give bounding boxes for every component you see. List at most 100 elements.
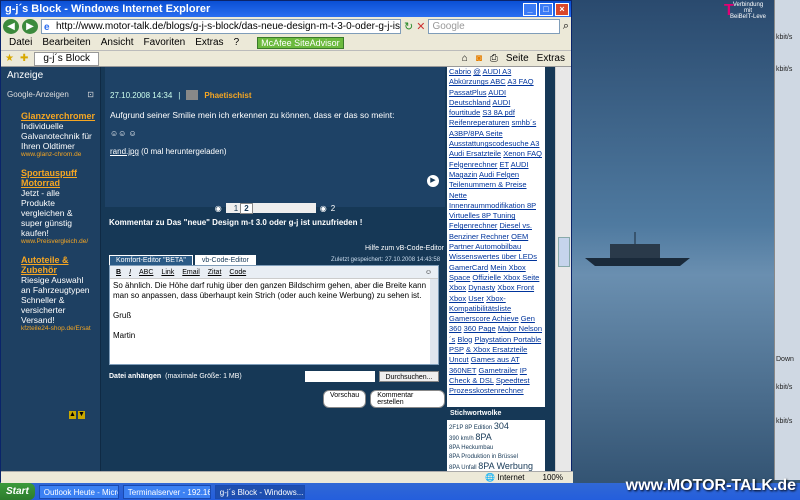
menu-help[interactable]: ? <box>234 37 240 48</box>
tag-item[interactable]: 8PA Produktion in Brüssel <box>449 454 518 460</box>
sidebar-link[interactable]: Xenon FAQ <box>503 149 542 158</box>
forward-icon[interactable]: ▶ <box>22 18 38 34</box>
ad-url[interactable]: kfzteile24-shop.de/Ersat <box>21 325 94 332</box>
page-1[interactable]: 1 <box>234 204 238 213</box>
tab-current[interactable]: g-j´s Block <box>34 51 100 66</box>
ad-title[interactable]: Autoteile & Zubehör <box>21 255 94 275</box>
search-icon[interactable]: ⌕ <box>563 20 569 33</box>
file-input[interactable] <box>305 371 375 382</box>
taskbar-browser[interactable]: g-j´s Block - Windows... <box>214 484 305 499</box>
sidebar-link[interactable]: Benziner Rechner <box>449 232 509 241</box>
ad-title[interactable]: Sportauspuff Motorrad <box>21 168 94 188</box>
add-favorite-icon[interactable]: ✚ <box>20 53 28 64</box>
tag-item[interactable]: 8PA <box>475 432 491 442</box>
sidebar-link[interactable]: PassatPlus <box>449 88 487 97</box>
browse-button[interactable]: Durchsuchen... <box>379 371 439 382</box>
sidebar-link[interactable]: Felgenrechner <box>449 221 497 230</box>
sidebar-link[interactable]: Blog <box>457 335 472 344</box>
page-scrollbar[interactable] <box>555 67 571 471</box>
sidebar-link[interactable]: A3 FAQ <box>507 77 533 86</box>
sidebar-link[interactable]: smhb´s <box>512 118 537 127</box>
sidebar-link[interactable]: Xbox <box>449 294 466 303</box>
sidebar-link[interactable]: Wissenswertes über LEDs <box>449 252 537 261</box>
sidebar-link[interactable]: User <box>468 294 484 303</box>
feed-icon[interactable]: ◙ <box>476 53 482 64</box>
post-username[interactable]: Phaetischist <box>204 91 251 100</box>
sidebar-link[interactable]: Uncut <box>449 355 469 364</box>
scroll-thumb[interactable] <box>558 237 570 267</box>
page-menu[interactable]: Seite <box>506 53 529 64</box>
attachment-link[interactable]: rand.jpg <box>110 147 139 156</box>
sidebar-link[interactable]: ET <box>499 160 508 169</box>
sidebar-link[interactable]: Magazin <box>449 170 477 179</box>
tag-item[interactable]: 390 km/h <box>449 436 474 442</box>
quote-button[interactable]: Zitat <box>208 269 222 276</box>
sidebar-link[interactable]: Innenraummodifikation 8P <box>449 201 536 210</box>
ad-url[interactable]: www.Preisvergleich.de/ <box>21 238 94 245</box>
menu-favoriten[interactable]: Favoriten <box>144 37 186 48</box>
sidebar-link[interactable]: Audi Ersatzteile <box>449 149 501 158</box>
editor-scrollbar[interactable] <box>430 279 438 364</box>
taskbar-terminal[interactable]: Terminalserver - 192.16... <box>122 484 211 499</box>
refresh-icon[interactable]: ↻ <box>404 20 413 33</box>
taskbar-outlook[interactable]: Outlook Heute - Microsof... <box>38 484 119 499</box>
link-button[interactable]: Link <box>161 269 174 276</box>
sidebar-link[interactable]: & Xbox Ersatzteile <box>466 345 527 354</box>
sidebar-link[interactable]: AUDI <box>511 160 529 169</box>
menu-extras[interactable]: Extras <box>195 37 223 48</box>
sidebar-link[interactable]: Reifenreperaturen <box>449 118 509 127</box>
ad-prev-icon[interactable]: ▲ <box>69 411 76 419</box>
home-icon[interactable]: ⌂ <box>462 53 468 64</box>
favorites-star-icon[interactable]: ★ <box>5 53 14 64</box>
tools-menu[interactable]: Extras <box>537 53 565 64</box>
tag-item[interactable]: 8PA Werbung <box>478 461 533 471</box>
mcafee-button[interactable]: McAfee SiteAdvisor <box>257 36 344 49</box>
ad-next-icon[interactable]: ▼ <box>78 411 85 419</box>
sidebar-link[interactable]: Teilenummern & Preise <box>449 180 527 189</box>
sidebar-link[interactable]: Nette <box>449 191 467 200</box>
menu-bearbeiten[interactable]: Bearbeiten <box>42 37 90 48</box>
sidebar-link[interactable]: A3BP/8PA Seite <box>449 129 503 138</box>
italic-button[interactable]: I <box>129 269 131 276</box>
bold-button[interactable]: B <box>116 269 121 276</box>
ad-url[interactable]: www.glanz-chrom.de <box>21 151 94 158</box>
sidebar-link[interactable]: 360NET <box>449 366 476 375</box>
sidebar-link[interactable]: Cabrio <box>449 67 471 76</box>
next-icon[interactable]: ▶ <box>427 175 439 187</box>
sidebar-link[interactable]: 360 Page <box>464 324 496 333</box>
minimize-button[interactable]: _ <box>523 2 537 16</box>
sidebar-link[interactable]: AUDI A3 <box>482 67 511 76</box>
ad-item[interactable]: Autoteile & Zubehör Riesige Auswahl an Fa… <box>1 249 100 336</box>
submit-comment-button[interactable]: Kommentar erstellen <box>370 390 445 408</box>
preview-button[interactable]: Vorschau <box>323 390 367 408</box>
back-icon[interactable]: ◀ <box>3 18 19 34</box>
email-button[interactable]: Email <box>182 269 200 276</box>
tag-item[interactable]: 8PA Heckumbau <box>449 445 493 451</box>
ad-info-icon[interactable]: ⊡ <box>87 90 94 99</box>
sidebar-link[interactable]: @ <box>473 67 481 76</box>
sidebar-link[interactable]: Felgenrechner <box>449 160 497 169</box>
sidebar-link[interactable]: OEM <box>511 232 528 241</box>
url-input[interactable]: e http://www.motor-talk.de/blogs/g-j-s-bl… <box>41 18 401 34</box>
sidebar-link[interactable]: Gamerscore Achieve <box>449 314 519 323</box>
page-2[interactable]: 2 <box>240 202 253 214</box>
pager-first-icon[interactable]: ◉ <box>215 204 222 213</box>
sidebar-link[interactable]: Speedtest <box>496 376 530 385</box>
sidebar-link[interactable]: Prozesskostenrechner <box>449 386 524 395</box>
tag-item[interactable]: 2F1P 8P Edition <box>449 425 492 431</box>
close-button[interactable]: × <box>555 2 569 16</box>
code-button[interactable]: Code <box>229 269 246 276</box>
strike-button[interactable]: ABC <box>139 269 153 276</box>
sidebar-link[interactable]: PSP <box>449 345 464 354</box>
sidebar-link[interactable]: Offizielle Xbox Seite <box>472 273 539 282</box>
sidebar-link[interactable]: Abkürzungs ABC <box>449 77 506 86</box>
menu-ansicht[interactable]: Ansicht <box>101 37 134 48</box>
sidebar-link[interactable]: GamerCard <box>449 263 488 272</box>
start-button[interactable]: Start <box>0 483 35 500</box>
sidebar-link[interactable]: Playstation Portable <box>474 335 541 344</box>
sidebar-link[interactable]: Games aus AT <box>471 355 520 364</box>
sidebar-link[interactable]: Gametrailer <box>478 366 517 375</box>
editor-help-link[interactable]: Hilfe zum vB-Code-Editor <box>365 245 444 252</box>
smiley-picker-icon[interactable]: ☺ <box>425 269 432 276</box>
user-avatar-icon[interactable] <box>186 90 199 100</box>
